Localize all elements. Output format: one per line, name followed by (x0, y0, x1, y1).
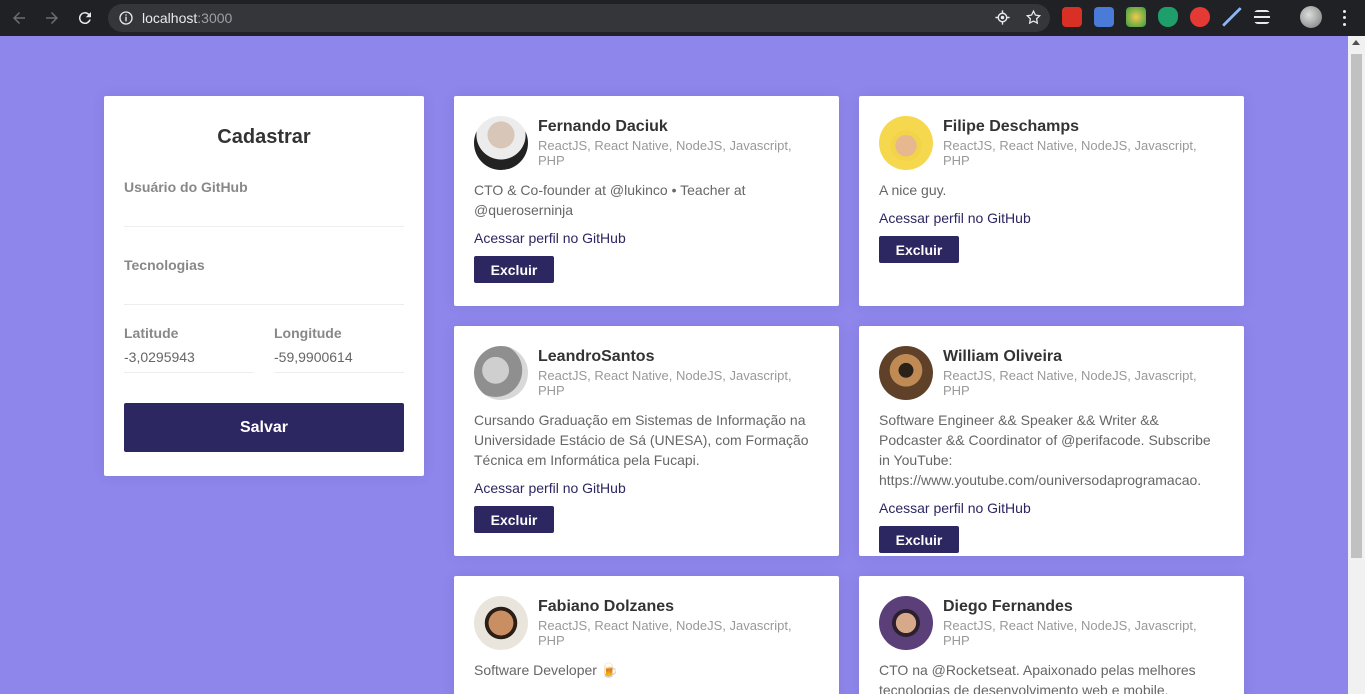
address-bar[interactable]: localhost:3000 (108, 4, 1050, 32)
delete-button[interactable]: Excluir (474, 256, 554, 283)
adblock-extension-icon[interactable] (1190, 7, 1210, 27)
dev-card: Diego Fernandes ReactJS, React Native, N… (859, 576, 1244, 694)
latitude-field: Latitude (124, 325, 254, 373)
user-info: William Oliveira ReactJS, React Native, … (943, 348, 1224, 398)
longitude-label: Longitude (274, 325, 342, 341)
user-info: Filipe Deschamps ReactJS, React Native, … (943, 118, 1224, 168)
dev-card-header: Fernando Daciuk ReactJS, React Native, N… (474, 116, 819, 170)
dev-name: Fabiano Dolzanes (538, 598, 675, 615)
dev-bio: Software Developer 🍺 (474, 662, 619, 678)
reload-icon (78, 12, 91, 25)
reload-button[interactable] (71, 4, 99, 32)
back-arrow-icon (13, 12, 25, 24)
delete-button[interactable]: Excluir (879, 526, 959, 553)
github-profile-link[interactable]: Acessar perfil no GitHub (879, 210, 1224, 226)
dev-card-header: Diego Fernandes ReactJS, React Native, N… (879, 596, 1224, 650)
profile-avatar[interactable] (1300, 6, 1322, 28)
dev-techs: ReactJS, React Native, NodeJS, Javascrip… (538, 368, 792, 398)
back-button[interactable] (5, 4, 33, 32)
translate-extension-icon[interactable] (1094, 7, 1114, 27)
page-scrollbar[interactable] (1348, 36, 1365, 694)
latitude-input[interactable] (124, 341, 254, 373)
github-profile-link[interactable]: Acessar perfil no GitHub (474, 230, 819, 246)
dev-card-header: LeandroSantos ReactJS, React Native, Nod… (474, 346, 819, 400)
user-info: Diego Fernandes ReactJS, React Native, N… (943, 598, 1224, 648)
url-port: :3000 (197, 10, 233, 26)
forward-arrow-icon (46, 12, 58, 24)
dev-techs: ReactJS, React Native, NodeJS, Javascrip… (943, 368, 1197, 398)
avatar (879, 116, 933, 170)
dev-card: Filipe Deschamps ReactJS, React Native, … (859, 96, 1244, 306)
dev-card: Fernando Daciuk ReactJS, React Native, N… (454, 96, 839, 306)
location-icon[interactable] (994, 9, 1011, 26)
dev-bio: CTO & Co-founder at @lukinco • Teacher a… (474, 182, 746, 218)
user-info: Fabiano Dolzanes ReactJS, React Native, … (538, 598, 819, 648)
extension-globe-icon[interactable] (1126, 7, 1146, 27)
extensions-bar (1062, 7, 1270, 27)
longitude-input[interactable] (274, 341, 404, 373)
browser-menu-icon[interactable] (1336, 8, 1352, 28)
dev-name: Diego Fernandes (943, 598, 1073, 615)
dev-name: Filipe Deschamps (943, 118, 1080, 135)
delete-button[interactable]: Excluir (879, 236, 959, 263)
save-button[interactable]: Salvar (124, 403, 404, 452)
dev-card-header: Filipe Deschamps ReactJS, React Native, … (879, 116, 1224, 170)
pen-extension-icon[interactable] (1222, 7, 1242, 27)
longitude-field: Longitude (274, 325, 404, 373)
github-username-label: Usuário do GitHub (124, 179, 248, 195)
dev-bio: CTO na @Rocketseat. Apaixonado pelas mel… (879, 662, 1196, 694)
avatar (474, 346, 528, 400)
github-field: Usuário do GitHub (124, 179, 404, 227)
github-profile-link[interactable]: Acessar perfil no GitHub (474, 480, 819, 496)
forward-button[interactable] (38, 4, 66, 32)
dev-name: Fernando Daciuk (538, 118, 668, 135)
dev-techs: ReactJS, React Native, NodeJS, Javascrip… (538, 618, 792, 648)
dev-techs: ReactJS, React Native, NodeJS, Javascrip… (538, 138, 792, 168)
techs-field: Tecnologias (124, 257, 404, 305)
dev-card-header: Fabiano Dolzanes ReactJS, React Native, … (474, 596, 819, 650)
bookmark-star-icon[interactable] (1025, 9, 1042, 26)
scroll-thumb[interactable] (1351, 54, 1362, 558)
avatar (474, 116, 528, 170)
url-host: localhost (142, 10, 198, 26)
user-info: LeandroSantos ReactJS, React Native, Nod… (538, 348, 819, 398)
delete-button[interactable]: Excluir (474, 506, 554, 533)
form-title: Cadastrar (217, 126, 311, 148)
avatar (879, 346, 933, 400)
user-info: Fernando Daciuk ReactJS, React Native, N… (538, 118, 819, 168)
extension-red-icon[interactable] (1062, 7, 1082, 27)
techs-input[interactable] (124, 273, 404, 305)
browser-toolbar: localhost:3000 (0, 0, 1365, 36)
avatar (879, 596, 933, 650)
dev-techs: ReactJS, React Native, NodeJS, Javascrip… (943, 138, 1197, 168)
latitude-label: Latitude (124, 325, 179, 341)
info-icon[interactable] (118, 10, 134, 26)
register-form: Cadastrar Usuário do GitHub Tecnologias … (104, 96, 424, 476)
shield-extension-icon[interactable] (1158, 7, 1178, 27)
dev-card: Fabiano Dolzanes ReactJS, React Native, … (454, 576, 839, 694)
dev-name: William Oliveira (943, 348, 1063, 365)
dev-bio: Software Engineer && Speaker && Writer &… (879, 412, 1211, 488)
dev-bio: Cursando Graduação em Sistemas de Inform… (474, 412, 809, 468)
techs-label: Tecnologias (124, 257, 205, 273)
dev-techs: ReactJS, React Native, NodeJS, Javascrip… (943, 618, 1197, 648)
dev-bio: A nice guy. (879, 182, 947, 198)
dev-card-header: William Oliveira ReactJS, React Native, … (879, 346, 1224, 400)
dev-name: LeandroSantos (538, 348, 655, 365)
avatar (474, 596, 528, 650)
dev-card: William Oliveira ReactJS, React Native, … (859, 326, 1244, 556)
media-control-icon[interactable] (1254, 10, 1270, 24)
scroll-up-arrow-icon[interactable] (1352, 40, 1360, 45)
dev-card: LeandroSantos ReactJS, React Native, Nod… (454, 326, 839, 556)
github-username-input[interactable] (124, 195, 404, 227)
coordinates-row: Latitude Longitude (124, 325, 404, 373)
github-profile-link[interactable]: Acessar perfil no GitHub (879, 500, 1224, 516)
